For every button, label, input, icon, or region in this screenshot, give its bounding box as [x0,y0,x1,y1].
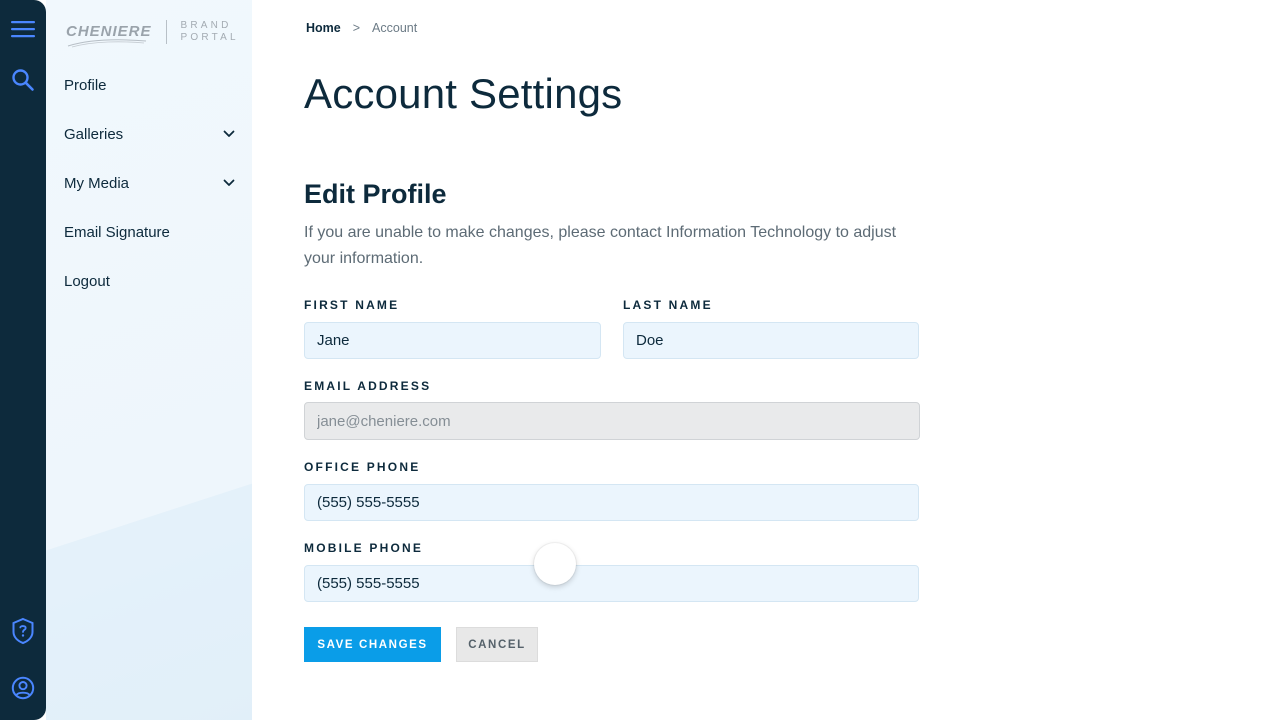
last-name-label: LAST NAME [623,298,713,312]
office-phone-label: OFFICE PHONE [304,460,421,474]
sidebar-item-label: Email Signature [64,223,170,241]
office-phone-field[interactable] [304,484,919,521]
sidebar-item-email-signature[interactable]: Email Signature [64,217,236,247]
mobile-phone-field[interactable] [304,565,919,602]
help-shield-icon[interactable] [9,617,37,645]
chevron-down-icon[interactable] [222,127,236,141]
sidebar-item-my-media[interactable]: My Media [64,168,236,198]
sidebar-item-logout[interactable]: Logout [64,266,236,296]
breadcrumb-current: Account [372,21,418,35]
menu-icon[interactable] [9,15,37,43]
first-name-label: FIRST NAME [304,298,400,312]
search-icon[interactable] [9,66,37,94]
brand-sub-line1: BRAND [180,20,232,31]
sidebar-item-galleries[interactable]: Galleries [64,119,236,149]
sidebar-item-label: Profile [64,76,107,94]
email-field [304,402,920,440]
icon-rail [0,0,46,720]
breadcrumb-separator: > [352,21,361,35]
sidebar-item-label: Logout [64,272,110,290]
mobile-phone-label: MOBILE PHONE [304,541,424,555]
main-content: Home > Account Account Settings Edit Pro… [252,0,1280,720]
section-title: Edit Profile [304,179,447,209]
brand-logo: CHENIERE BRAND PORTAL [66,18,239,48]
sidebar-item-label: Galleries [64,125,124,143]
last-name-field[interactable] [623,322,919,359]
first-name-field[interactable] [304,322,601,359]
cancel-button[interactable]: CANCEL [456,627,538,662]
breadcrumb: Home > Account [306,21,417,35]
section-description: If you are unable to make changes, pleas… [304,224,897,267]
breadcrumb-home-link[interactable]: Home [306,21,341,35]
email-label: EMAIL ADDRESS [304,379,432,393]
sidebar-item-label: My Media [64,174,130,192]
user-icon[interactable] [9,674,37,702]
page-title: Account Settings [304,70,623,117]
save-changes-button[interactable]: SAVE CHANGES [304,627,441,662]
logo-swoosh-icon [67,39,147,48]
sidebar-item-profile[interactable]: Profile [64,70,236,100]
logo-divider [165,20,167,44]
chevron-down-icon[interactable] [222,176,236,190]
sidebar: CHENIERE BRAND PORTAL Profile Galleries … [46,0,252,720]
touch-cursor-indicator [534,543,576,585]
brand-sub-line2: PORTAL [180,32,239,43]
